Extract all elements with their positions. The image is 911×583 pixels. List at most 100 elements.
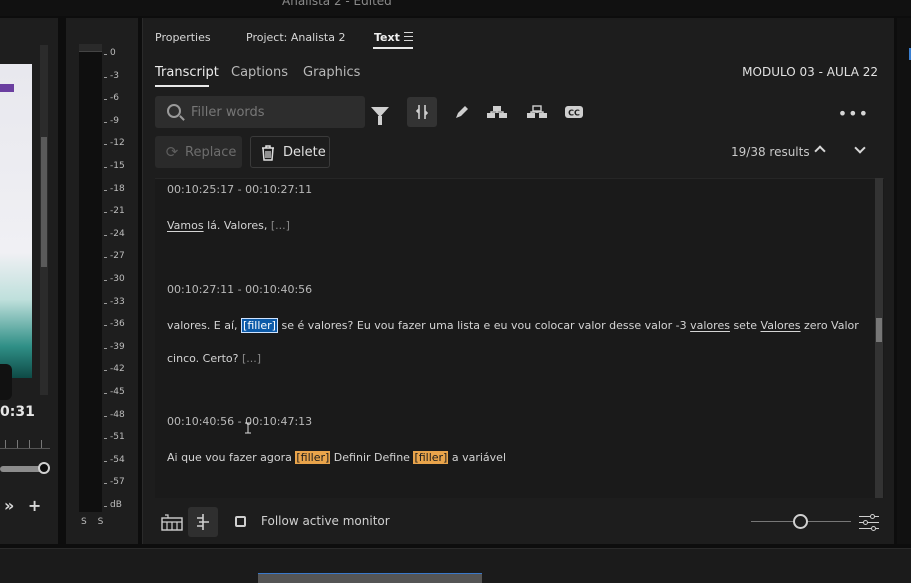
segment-timecode: 00:10:40:56 - 00:10:47:13 xyxy=(167,415,313,428)
segment-text[interactable]: Ai que vou fazer agora [filler] Definir … xyxy=(167,441,867,474)
transcript-word: a variável xyxy=(448,451,506,464)
filler-word-highlight[interactable]: [filler] xyxy=(413,451,449,464)
split-segment-icon[interactable] xyxy=(407,97,437,127)
pause-marker[interactable]: [...] xyxy=(242,352,261,365)
meter-scale-label: -39 xyxy=(104,342,125,352)
tab-project[interactable]: Project: Analista 2 xyxy=(246,31,345,44)
scrollbar-thumb[interactable] xyxy=(41,137,47,267)
transcript-scrollbar[interactable] xyxy=(875,178,883,498)
panel-tabs: Properties Project: Analista 2 Text xyxy=(143,18,895,58)
monitor-controls[interactable]: » + xyxy=(4,496,45,515)
meter-scale-label: -51 xyxy=(104,432,125,442)
tab-text[interactable]: Text xyxy=(374,31,400,44)
text-panel: Properties Project: Analista 2 Text Tran… xyxy=(142,18,894,544)
speaker-word: Vamos xyxy=(167,219,204,232)
meter-scale-label: -24 xyxy=(104,229,125,239)
svg-text:CC: CC xyxy=(568,109,580,118)
meter-scale-label: -42 xyxy=(104,364,125,374)
transcript-word: Ai que vou fazer agora xyxy=(167,451,296,464)
monitor-timecode: 0:31 xyxy=(0,404,35,420)
app-window: Analista 2 - Edited 0:31 » + 0 -3 -6 -9 -12 -… xyxy=(0,0,911,583)
text-cursor-icon xyxy=(245,422,251,434)
chevron-down-icon[interactable] xyxy=(853,143,867,157)
search-results-count: 19/38 results xyxy=(731,145,810,159)
meter-scale-label: -12 xyxy=(104,138,125,148)
transcript-word: lá. Valores, xyxy=(203,219,271,232)
tab-properties[interactable]: Properties xyxy=(155,31,211,44)
transcript-word: sete xyxy=(729,319,761,332)
meter-scale-label: -21 xyxy=(104,206,125,216)
follow-monitor-label: Follow active monitor xyxy=(261,514,390,528)
segment-timecode: 00:10:25:17 - 00:10:27:11 xyxy=(167,183,313,196)
segment-text[interactable]: valores. E aí, [filler] se é valores? Eu… xyxy=(167,309,867,375)
trash-icon xyxy=(260,145,276,161)
subtab-transcript[interactable]: Transcript xyxy=(155,65,219,80)
meter-scale-label: -18 xyxy=(104,184,125,194)
meter-scale-label: -45 xyxy=(104,387,125,397)
text-zoom-handle[interactable] xyxy=(793,514,808,529)
delete-button[interactable]: Delete xyxy=(250,136,330,168)
transcript-segment[interactable]: 00:10:25:17 - 00:10:27:11 Vamos lá. Valor… xyxy=(167,183,867,242)
title-bar: Analista 2 - Edited xyxy=(0,0,911,16)
window-title: Analista 2 - Edited xyxy=(282,0,392,8)
sequence-name: MODULO 03 - AULA 22 xyxy=(742,65,878,79)
follow-monitor-checkbox[interactable] xyxy=(235,516,246,527)
meter-scale-label: -15 xyxy=(104,161,125,171)
edit-icon[interactable] xyxy=(447,97,477,127)
meter-scale-label: -57 xyxy=(104,477,125,487)
tab-underline xyxy=(373,47,413,49)
monitor-scrollbar[interactable] xyxy=(40,45,48,395)
transcript-word: se é valores? Eu vou fazer uma lista e e… xyxy=(277,319,691,332)
solo-buttons[interactable]: S S xyxy=(81,517,107,527)
filler-word-highlight[interactable]: [filler] xyxy=(295,451,331,464)
audio-meter-panel xyxy=(66,18,138,544)
selected-filler-word[interactable]: [filler] xyxy=(241,318,278,333)
preview-detail xyxy=(0,364,12,400)
subtab-graphics[interactable]: Graphics xyxy=(303,65,360,80)
meter-scale-label: -9 xyxy=(104,116,119,126)
export-icon[interactable] xyxy=(157,507,187,537)
transcript-segment[interactable]: 00:10:27:11 - 00:10:40:56 valores. E aí, … xyxy=(167,283,867,375)
panel-menu-icon[interactable] xyxy=(404,32,413,41)
transcript-body[interactable]: 00:10:25:17 - 00:10:27:11 Vamos lá. Valor… xyxy=(155,178,884,498)
replace-icon: ⟳ xyxy=(165,143,179,161)
transcript-toolbar: CC ••• xyxy=(143,94,895,130)
monitor-ruler[interactable] xyxy=(0,437,50,449)
auto-scroll-icon[interactable] xyxy=(188,507,218,537)
search-box[interactable] xyxy=(155,96,365,128)
scrollbar-thumb[interactable] xyxy=(876,318,882,342)
more-icon[interactable]: ••• xyxy=(838,104,869,123)
search-icon xyxy=(167,104,181,118)
transcript-segment[interactable]: 00:10:40:56 - 00:10:47:13 Ai que vou faze… xyxy=(167,415,867,474)
filter-icon[interactable] xyxy=(365,97,395,127)
pause-marker[interactable]: [...] xyxy=(271,219,290,232)
search-input[interactable] xyxy=(191,96,361,128)
chevron-up-icon[interactable] xyxy=(813,143,827,157)
segment-timecode: 00:10:27:11 - 00:10:40:56 xyxy=(167,283,313,296)
meter-scale-label: -54 xyxy=(104,455,125,465)
speakers-icon[interactable] xyxy=(482,97,512,127)
segment-text[interactable]: Vamos lá. Valores, [...] xyxy=(167,209,867,242)
replace-button[interactable]: ⟳ Replace xyxy=(155,136,242,168)
meter-scale-label: -30 xyxy=(104,274,125,284)
transcript-footer: Follow active monitor xyxy=(143,504,895,540)
timeline-clip[interactable] xyxy=(258,573,482,583)
timeline-panel xyxy=(0,548,911,583)
subtab-underline xyxy=(155,85,209,87)
meter-scale-label: -36 xyxy=(104,319,125,329)
meter-scale-label: -33 xyxy=(104,297,125,307)
transcript-actions: ⟳ Replace Delete 19/38 results xyxy=(143,136,895,170)
replace-label: Replace xyxy=(185,144,237,160)
meter-scale-label: 0 xyxy=(104,48,116,58)
transcript-word: Definir Define xyxy=(330,451,414,464)
audio-meter-bar xyxy=(79,44,102,512)
preview-detail xyxy=(0,84,14,92)
cc-icon[interactable]: CC xyxy=(559,97,589,127)
subtab-captions[interactable]: Captions xyxy=(231,65,288,80)
monitor-zoom-handle[interactable] xyxy=(38,462,50,474)
settings-icon[interactable] xyxy=(859,514,879,531)
right-panel-edge xyxy=(897,18,911,544)
merge-speakers-icon[interactable] xyxy=(522,97,552,127)
meter-scale-label: -3 xyxy=(104,71,119,81)
video-preview xyxy=(0,64,32,400)
